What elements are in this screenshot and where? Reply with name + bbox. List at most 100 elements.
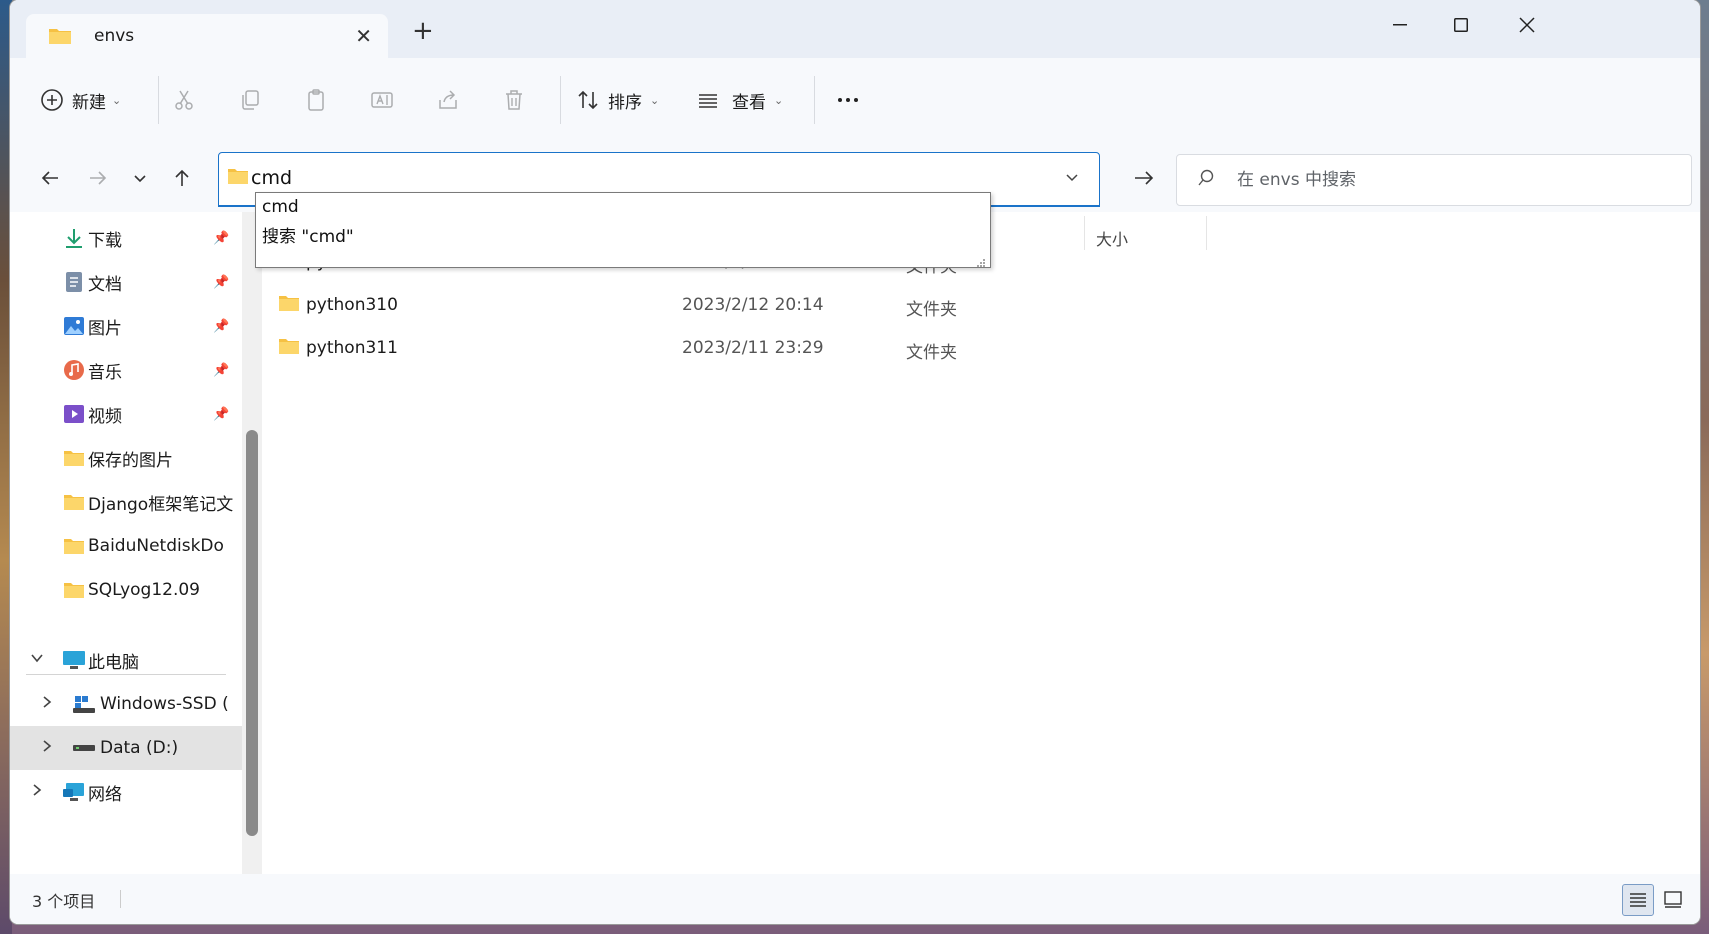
view-list-icon bbox=[694, 86, 722, 114]
close-tab-icon[interactable]: ✕ bbox=[355, 24, 372, 48]
arrow-right-icon bbox=[1135, 171, 1154, 185]
search-input[interactable] bbox=[1237, 165, 1667, 195]
document-icon bbox=[62, 270, 86, 294]
folder-icon bbox=[278, 337, 300, 360]
maximize-button[interactable] bbox=[1436, 10, 1486, 40]
command-bar: 新建 ⌄ 排序 ⌄ 查看 ⌄ bbox=[10, 58, 1700, 143]
address-suggestions: cmd 搜索 "cmd" bbox=[255, 192, 991, 268]
pin-icon[interactable]: 📌 bbox=[213, 275, 229, 290]
clipboard-icon bbox=[302, 86, 330, 114]
forward-button[interactable] bbox=[80, 162, 116, 194]
column-divider bbox=[1206, 216, 1207, 250]
toolbar-divider bbox=[560, 76, 561, 124]
sidebar-item-pictures[interactable]: 图片 📌 bbox=[10, 304, 242, 348]
rename-icon bbox=[368, 86, 396, 114]
chevron-down-icon bbox=[134, 175, 146, 183]
search-box[interactable] bbox=[1176, 154, 1692, 206]
sidebar-item-network[interactable]: 网络 bbox=[10, 770, 242, 814]
sidebar-item-label: 网络 bbox=[88, 784, 122, 805]
computer-icon bbox=[62, 648, 86, 672]
sort-label: 排序 bbox=[608, 92, 642, 113]
pictures-icon bbox=[62, 314, 86, 338]
arrow-up-icon bbox=[175, 169, 189, 186]
title-bar: envs ✕ + bbox=[10, 0, 1700, 58]
tab-envs[interactable]: envs ✕ bbox=[26, 14, 388, 58]
sidebar-scrollbar[interactable] bbox=[242, 212, 262, 874]
address-input[interactable] bbox=[251, 161, 1031, 195]
folder-icon bbox=[62, 578, 86, 602]
sidebar-item-music[interactable]: 音乐 📌 bbox=[10, 348, 242, 392]
download-icon bbox=[62, 226, 86, 250]
sidebar-item-downloads[interactable]: 下载 📌 bbox=[10, 216, 242, 260]
go-button[interactable] bbox=[1114, 152, 1174, 204]
folder-icon bbox=[62, 490, 86, 514]
recent-locations-button[interactable] bbox=[122, 162, 158, 194]
resize-grip-icon[interactable] bbox=[976, 253, 986, 267]
file-name: python310 bbox=[306, 295, 398, 315]
chevron-down-icon[interactable] bbox=[30, 651, 44, 669]
delete-button[interactable] bbox=[500, 80, 528, 120]
arrow-left-icon bbox=[41, 171, 58, 185]
pin-icon[interactable]: 📌 bbox=[213, 231, 229, 246]
sidebar-item-this-pc[interactable]: 此电脑 bbox=[10, 638, 242, 682]
sidebar-item-data-drive[interactable]: Data (D:) bbox=[10, 726, 242, 770]
folder-icon bbox=[62, 446, 86, 470]
file-date: 2023/2/11 23:29 bbox=[682, 338, 824, 358]
tab-title: envs bbox=[94, 26, 135, 46]
file-explorer-window: envs ✕ + 新建 ⌄ 排序 ⌄ 查看 ⌄ cmd 在 envs 中搜索 下… bbox=[10, 0, 1700, 924]
file-row[interactable]: python311 2023/2/11 23:29 文件夹 bbox=[262, 328, 1022, 368]
chevron-right-icon[interactable] bbox=[40, 695, 54, 713]
close-window-button[interactable] bbox=[1502, 10, 1552, 40]
sidebar-item-label: BaiduNetdiskDo bbox=[88, 536, 224, 556]
pin-icon[interactable]: 📌 bbox=[213, 319, 229, 334]
chevron-down-icon: ⌄ bbox=[774, 93, 784, 107]
file-row[interactable]: python310 2023/2/12 20:14 文件夹 bbox=[262, 285, 1022, 325]
folder-icon bbox=[48, 26, 72, 50]
column-header-size[interactable]: 大小 bbox=[1096, 226, 1128, 250]
chevron-right-icon[interactable] bbox=[40, 739, 54, 757]
windows-drive-icon bbox=[72, 692, 96, 716]
chevron-down-icon[interactable] bbox=[1065, 169, 1079, 188]
new-button[interactable]: 新建 ⌄ bbox=[38, 80, 121, 120]
scrollbar-thumb[interactable] bbox=[246, 430, 258, 836]
pin-icon[interactable]: 📌 bbox=[213, 363, 229, 378]
status-bar: 3 个项目 bbox=[10, 874, 1700, 924]
toolbar-divider bbox=[814, 76, 815, 124]
sidebar-item-saved-pictures[interactable]: 保存的图片 bbox=[10, 436, 242, 480]
back-button[interactable] bbox=[32, 162, 68, 194]
scissors-icon bbox=[170, 86, 198, 114]
share-icon bbox=[434, 86, 462, 114]
share-button[interactable] bbox=[434, 80, 462, 120]
folder-icon bbox=[62, 534, 86, 558]
pin-icon[interactable]: 📌 bbox=[213, 407, 229, 422]
suggestion-item[interactable]: cmd bbox=[262, 197, 299, 217]
rename-button[interactable] bbox=[368, 80, 396, 120]
sidebar-item-django[interactable]: Django框架笔记文 bbox=[10, 480, 242, 524]
view-button[interactable]: 查看 ⌄ bbox=[694, 80, 783, 120]
file-type: 文件夹 bbox=[906, 343, 957, 363]
sidebar-item-windows-ssd[interactable]: Windows-SSD ( bbox=[10, 682, 242, 726]
sort-button[interactable]: 排序 ⌄ bbox=[574, 80, 659, 120]
toolbar-divider bbox=[158, 76, 159, 124]
suggestion-item[interactable]: 搜索 "cmd" bbox=[262, 222, 354, 247]
more-options-button[interactable] bbox=[834, 80, 862, 120]
sidebar-item-sqlyog[interactable]: SQLyog12.09 bbox=[10, 568, 242, 612]
details-view-button[interactable] bbox=[1622, 884, 1654, 916]
video-icon bbox=[62, 402, 86, 426]
sidebar-item-videos[interactable]: 视频 📌 bbox=[10, 392, 242, 436]
paste-button[interactable] bbox=[302, 80, 330, 120]
minimize-button[interactable] bbox=[1375, 10, 1425, 40]
chevron-right-icon[interactable] bbox=[30, 783, 44, 801]
search-icon bbox=[1197, 169, 1215, 191]
sidebar-item-documents[interactable]: 文档 📌 bbox=[10, 260, 242, 304]
sidebar-item-label: 此电脑 bbox=[88, 652, 139, 673]
chevron-down-icon: ⌄ bbox=[112, 93, 122, 107]
up-button[interactable] bbox=[164, 162, 200, 194]
copy-button[interactable] bbox=[236, 80, 264, 120]
new-tab-button[interactable]: + bbox=[412, 18, 434, 44]
sidebar-item-baidu[interactable]: BaiduNetdiskDo bbox=[10, 524, 242, 568]
sort-icon bbox=[574, 86, 602, 114]
tiles-view-button[interactable] bbox=[1658, 884, 1688, 914]
sidebar-item-label: 保存的图片 bbox=[88, 450, 173, 471]
cut-button[interactable] bbox=[170, 80, 198, 120]
